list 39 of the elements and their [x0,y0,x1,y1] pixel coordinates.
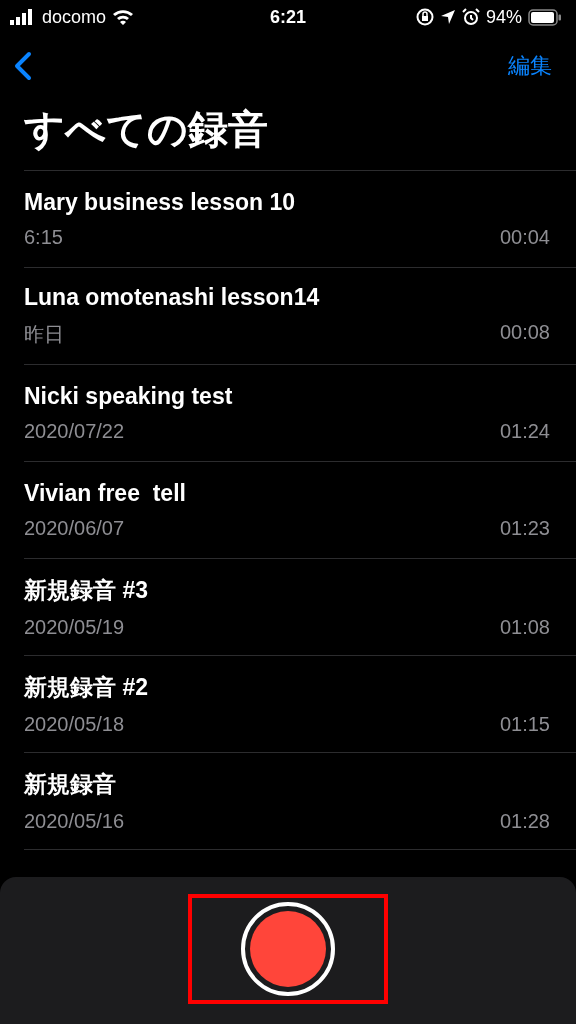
wifi-icon [112,9,135,25]
location-arrow-icon [439,9,456,25]
edit-button[interactable]: 編集 [508,51,552,81]
carrier-name: docomo [42,6,107,28]
recording-date: 2020/05/19 [24,616,125,639]
recording-duration: 01:23 [499,517,550,540]
recording-duration: 00:04 [499,226,550,249]
recording-row[interactable]: Mary business lesson 10 6:15 00:04 [24,171,576,268]
clock-time: 6:21 [270,6,306,28]
battery-percent: 94% [485,6,522,28]
recording-row[interactable]: Nicki speaking test 2020/07/22 01:24 [24,365,576,462]
recording-name: 新規録音 #2 [24,673,148,702]
recording-date: 2020/05/16 [24,810,125,833]
recording-date: 2020/05/18 [24,713,125,736]
recording-row[interactable]: 新規録音 #2 2020/05/18 01:15 [24,656,576,753]
recording-row[interactable]: Vivian free tell 2020/06/07 01:23 [24,462,576,559]
battery-icon [528,8,562,26]
recording-row[interactable]: 新規録音 #3 2020/05/19 01:08 [24,559,576,656]
recording-date: 昨日 [24,322,64,347]
recording-name: Mary business lesson 10 [24,189,295,216]
recording-name: 新規録音 #3 [24,576,148,605]
recording-duration: 01:08 [499,616,550,639]
back-button[interactable] [12,51,34,81]
recording-duration: 00:08 [499,321,550,345]
recording-name: Luna omotenashi lesson14 [24,284,320,311]
recording-name: 新規録音 [24,770,116,799]
recording-date: 2020/07/22 [24,420,125,443]
recording-date: 6:15 [24,226,63,249]
recording-date: 2020/06/07 [24,517,125,540]
recording-duration: 01:15 [499,713,550,736]
recording-duration: 01:24 [499,420,550,443]
page-title: すべての録音 [23,106,269,153]
rotation-lock-icon [415,8,434,26]
recording-name: Vivian free tell [24,480,186,507]
recording-row[interactable]: 新規録音 2020/05/16 01:28 [24,753,576,850]
recording-name: Nicki speaking test [24,383,233,410]
alarm-clock-icon [461,8,480,26]
recording-row[interactable]: Luna omotenashi lesson14 昨日 00:08 [24,268,576,365]
recording-duration: 01:28 [499,810,550,833]
